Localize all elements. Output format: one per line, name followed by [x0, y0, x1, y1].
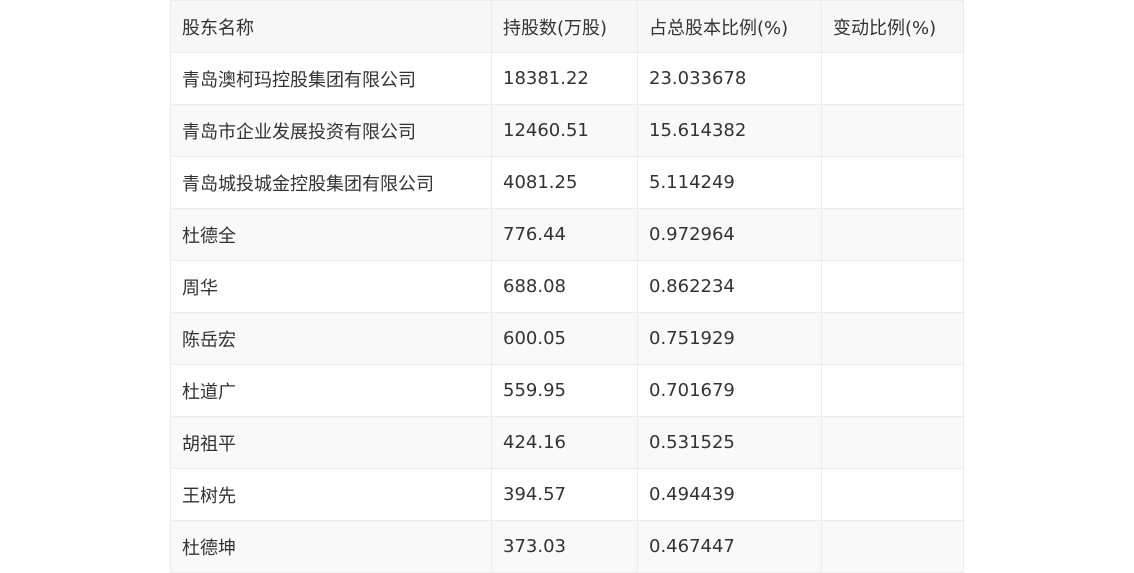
header-shareholder-name: 股东名称 — [170, 0, 492, 53]
shareholder-table-container: 股东名称 持股数(万股) 占总股本比例(%) 变动比例(%) 青岛澳柯玛控股集团… — [170, 0, 964, 573]
cell-change-ratio — [821, 468, 964, 521]
table-row: 杜德全 776.44 0.972964 — [170, 208, 964, 261]
table-row: 杜德坤 373.03 0.467447 — [170, 520, 964, 573]
cell-change-ratio — [821, 260, 964, 313]
cell-shares-held: 12460.51 — [491, 104, 638, 157]
table-row: 陈岳宏 600.05 0.751929 — [170, 312, 964, 365]
cell-share-ratio: 23.033678 — [637, 52, 822, 105]
cell-shareholder-name: 杜德全 — [170, 208, 492, 261]
header-share-ratio: 占总股本比例(%) — [637, 0, 822, 53]
cell-shares-held: 776.44 — [491, 208, 638, 261]
cell-change-ratio — [821, 520, 964, 573]
cell-shares-held: 600.05 — [491, 312, 638, 365]
cell-shares-held: 688.08 — [491, 260, 638, 313]
cell-change-ratio — [821, 364, 964, 417]
cell-shareholder-name: 青岛市企业发展投资有限公司 — [170, 104, 492, 157]
cell-shareholder-name: 杜道广 — [170, 364, 492, 417]
table-row: 胡祖平 424.16 0.531525 — [170, 416, 964, 469]
cell-shares-held: 18381.22 — [491, 52, 638, 105]
cell-change-ratio — [821, 312, 964, 365]
header-shares-held: 持股数(万股) — [491, 0, 638, 53]
cell-share-ratio: 0.531525 — [637, 416, 822, 469]
cell-shares-held: 373.03 — [491, 520, 638, 573]
table-row: 周华 688.08 0.862234 — [170, 260, 964, 313]
cell-share-ratio: 0.751929 — [637, 312, 822, 365]
table-row: 王树先 394.57 0.494439 — [170, 468, 964, 521]
cell-share-ratio: 0.701679 — [637, 364, 822, 417]
table-row: 杜道广 559.95 0.701679 — [170, 364, 964, 417]
table-row: 青岛澳柯玛控股集团有限公司 18381.22 23.033678 — [170, 52, 964, 105]
table-body: 青岛澳柯玛控股集团有限公司 18381.22 23.033678 青岛市企业发展… — [170, 52, 964, 573]
cell-change-ratio — [821, 416, 964, 469]
cell-shares-held: 424.16 — [491, 416, 638, 469]
cell-change-ratio — [821, 156, 964, 209]
table-row: 青岛城投城金控股集团有限公司 4081.25 5.114249 — [170, 156, 964, 209]
shareholder-table: 股东名称 持股数(万股) 占总股本比例(%) 变动比例(%) 青岛澳柯玛控股集团… — [170, 0, 964, 573]
header-change-ratio: 变动比例(%) — [821, 0, 964, 53]
cell-shareholder-name: 王树先 — [170, 468, 492, 521]
cell-shares-held: 394.57 — [491, 468, 638, 521]
cell-shareholder-name: 杜德坤 — [170, 520, 492, 573]
cell-shareholder-name: 青岛澳柯玛控股集团有限公司 — [170, 52, 492, 105]
cell-shareholder-name: 周华 — [170, 260, 492, 313]
cell-share-ratio: 0.494439 — [637, 468, 822, 521]
table-header: 股东名称 持股数(万股) 占总股本比例(%) 变动比例(%) — [170, 0, 964, 53]
cell-share-ratio: 0.467447 — [637, 520, 822, 573]
cell-shares-held: 559.95 — [491, 364, 638, 417]
cell-share-ratio: 5.114249 — [637, 156, 822, 209]
cell-shares-held: 4081.25 — [491, 156, 638, 209]
table-row: 青岛市企业发展投资有限公司 12460.51 15.614382 — [170, 104, 964, 157]
cell-change-ratio — [821, 52, 964, 105]
cell-change-ratio — [821, 208, 964, 261]
cell-shareholder-name: 陈岳宏 — [170, 312, 492, 365]
cell-share-ratio: 0.972964 — [637, 208, 822, 261]
header-row: 股东名称 持股数(万股) 占总股本比例(%) 变动比例(%) — [170, 0, 964, 53]
cell-change-ratio — [821, 104, 964, 157]
cell-shareholder-name: 青岛城投城金控股集团有限公司 — [170, 156, 492, 209]
cell-share-ratio: 15.614382 — [637, 104, 822, 157]
cell-share-ratio: 0.862234 — [637, 260, 822, 313]
cell-shareholder-name: 胡祖平 — [170, 416, 492, 469]
